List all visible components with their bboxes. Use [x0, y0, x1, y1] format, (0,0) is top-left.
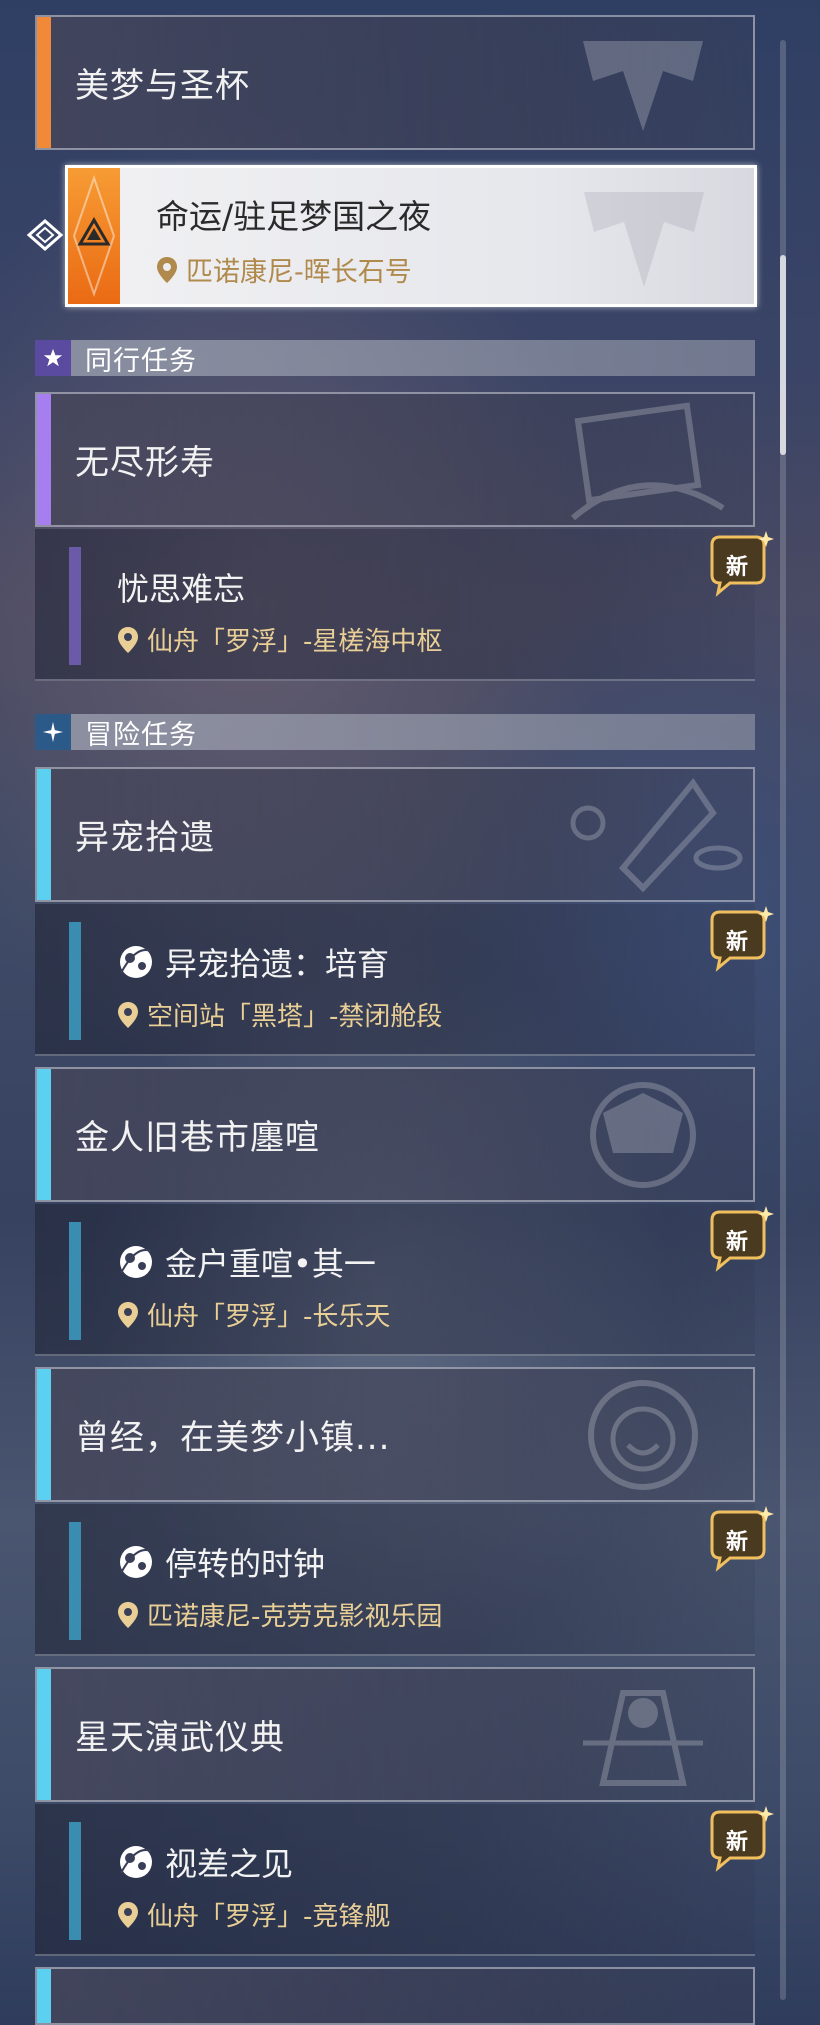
quest-title-text: 忧思难忘 — [117, 570, 246, 608]
new-badge: 新 — [700, 1806, 774, 1872]
category-header-adventure-4[interactable]: 星天演武仪典 — [35, 1667, 755, 1802]
selected-quest-card[interactable]: 命运/驻足梦国之夜 匹诺康尼-晖长石号 — [65, 165, 757, 307]
category-emblem-icon — [570, 777, 743, 893]
category-accent-bar — [37, 1669, 51, 1800]
quest-location-text: 仙舟「罗浮」-长乐天 — [147, 1302, 391, 1332]
quest-location: 匹诺康尼-晖长石号 — [156, 250, 412, 289]
category-title: 金人旧巷市廛喧 — [75, 1118, 320, 1158]
quest-title: 异宠拾遗：培育 — [117, 939, 389, 985]
quest-location: 空间站「黑塔」-禁闭舱段 — [117, 996, 442, 1033]
quest-location: 仙舟「罗浮」-竞锋舰 — [117, 1896, 390, 1933]
quest-title-text: 金户重喧•其一 — [165, 1245, 376, 1283]
sparkle-icon — [35, 714, 71, 750]
quest-title: 命运/驻足梦国之夜 — [156, 197, 432, 236]
category-emblem-icon — [588, 1380, 698, 1490]
category-emblem-icon — [583, 41, 703, 131]
quest-title: 忧思难忘 — [117, 564, 245, 610]
selected-quest-emblem-icon — [584, 192, 704, 287]
quest-title: 视差之见 — [117, 1839, 293, 1885]
category-header-trailblaze[interactable]: 美梦与圣杯 — [35, 15, 755, 150]
mission-list-panel: 美梦与圣杯 命运/驻足梦国之夜 匹诺康尼-晖长石号 同行任务 无尽形寿 忧思难忘… — [0, 0, 820, 2025]
quest-location-text: 仙舟「罗浮」-星槎海中枢 — [147, 627, 443, 657]
category-emblem-icon — [583, 1690, 703, 1786]
category-header-adventure-2[interactable]: 金人旧巷市廛喧 — [35, 1067, 755, 1202]
category-accent-bar — [37, 394, 51, 525]
quest-item[interactable]: 异宠拾遗：培育 空间站「黑塔」-禁闭舱段 — [35, 904, 755, 1056]
category-title: 星天演武仪典 — [75, 1718, 285, 1758]
trailblaze-icon — [72, 174, 116, 298]
selection-arrow-icon — [26, 219, 64, 251]
quest-location: 仙舟「罗浮」-长乐天 — [117, 1296, 390, 1333]
category-emblem-icon — [571, 402, 725, 521]
section-header-adventure: 冒险任务 — [35, 714, 755, 751]
new-badge: 新 — [700, 906, 774, 972]
scrollbar-thumb[interactable] — [780, 255, 786, 455]
adventure-quest-icon — [120, 946, 152, 978]
quest-accent-bar — [69, 922, 81, 1040]
adventure-quest-icon — [120, 1546, 152, 1578]
location-pin-icon — [118, 1901, 138, 1928]
section-label: 冒险任务 — [85, 719, 197, 751]
category-title: 无尽形寿 — [75, 443, 215, 483]
quest-accent-bar — [69, 1822, 81, 1940]
new-badge-label: 新 — [725, 1530, 748, 1555]
new-badge-label: 新 — [725, 555, 748, 580]
category-title: 曾经，在美梦小镇... — [75, 1418, 391, 1458]
quest-location-text: 匹诺康尼-克劳克影视乐园 — [147, 1602, 443, 1632]
quest-title-text: 停转的时钟 — [165, 1545, 326, 1583]
quest-title-text: 异宠拾遗：培育 — [165, 945, 390, 983]
new-badge: 新 — [700, 531, 774, 597]
category-title: 美梦与圣杯 — [75, 66, 250, 106]
new-badge-label: 新 — [725, 1230, 748, 1255]
category-accent-bar — [37, 17, 51, 148]
category-header-adventure-3[interactable]: 曾经，在美梦小镇... — [35, 1367, 755, 1502]
quest-item[interactable]: 忧思难忘 仙舟「罗浮」-星槎海中枢 — [35, 529, 755, 681]
new-badge-label: 新 — [725, 1830, 748, 1855]
category-accent-bar — [37, 1069, 51, 1200]
location-pin-icon — [118, 626, 138, 653]
quest-title: 金户重喧•其一 — [117, 1239, 376, 1285]
category-accent-bar — [37, 769, 51, 900]
location-pin-icon — [118, 1001, 138, 1028]
quest-item[interactable]: 停转的时钟 匹诺康尼-克劳克影视乐园 — [35, 1504, 755, 1656]
category-accent-bar — [37, 1369, 51, 1500]
category-header-adventure-1[interactable]: 异宠拾遗 — [35, 767, 755, 902]
quest-accent-bar — [69, 547, 81, 665]
section-header-companion: 同行任务 — [35, 340, 755, 377]
category-header-partial[interactable] — [35, 1967, 755, 2025]
quest-location-text: 空间站「黑塔」-禁闭舱段 — [147, 1002, 443, 1032]
category-header-companion[interactable]: 无尽形寿 — [35, 392, 755, 527]
category-accent-bar — [37, 1969, 51, 2023]
category-emblem-icon — [590, 1082, 696, 1188]
quest-accent-bar — [69, 1522, 81, 1640]
section-label: 同行任务 — [85, 345, 197, 377]
adventure-quest-icon — [120, 1246, 152, 1278]
quest-title-text: 视差之见 — [165, 1845, 294, 1883]
adventure-quest-icon — [120, 1846, 152, 1878]
quest-type-thumbnail — [68, 168, 120, 304]
category-title: 异宠拾遗 — [75, 818, 215, 858]
new-badge: 新 — [700, 1506, 774, 1572]
quest-location-text: 仙舟「罗浮」-竞锋舰 — [147, 1902, 391, 1932]
location-pin-icon — [118, 1301, 138, 1328]
location-pin-icon — [118, 1601, 138, 1628]
quest-item[interactable]: 金户重喧•其一 仙舟「罗浮」-长乐天 — [35, 1204, 755, 1356]
location-pin-icon — [157, 256, 177, 283]
quest-location: 匹诺康尼-克劳克影视乐园 — [117, 1596, 442, 1633]
new-badge: 新 — [700, 1206, 774, 1272]
quest-title: 停转的时钟 — [117, 1539, 325, 1585]
new-badge-label: 新 — [725, 930, 748, 955]
star-icon — [35, 340, 71, 376]
quest-accent-bar — [69, 1222, 81, 1340]
quest-location-text: 匹诺康尼-晖长石号 — [186, 257, 412, 288]
quest-item[interactable]: 视差之见 仙舟「罗浮」-竞锋舰 — [35, 1804, 755, 1956]
quest-location: 仙舟「罗浮」-星槎海中枢 — [117, 621, 442, 658]
